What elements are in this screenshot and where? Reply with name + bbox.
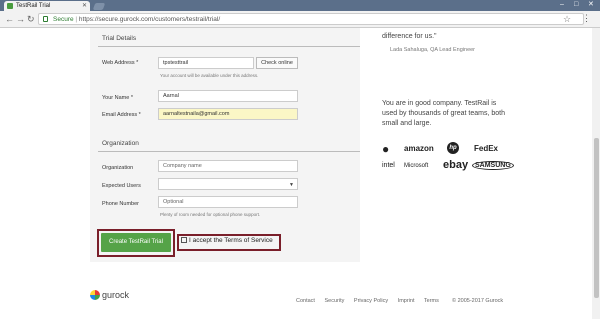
close-tab-icon[interactable]: ✕ [82, 1, 87, 11]
hp-logo: hp [447, 142, 459, 154]
organization-input[interactable]: Company name [158, 160, 298, 172]
close-window-icon[interactable]: ✕ [588, 0, 594, 10]
organization-label: Organization [102, 165, 134, 171]
browser-menu-icon[interactable]: ⋮ [582, 13, 591, 24]
apple-logo-icon: ● [382, 142, 390, 156]
ebay-logo: ebay [443, 159, 469, 171]
phone-input[interactable]: Optional [158, 196, 298, 208]
reload-icon[interactable]: ↻ [27, 13, 35, 25]
new-tab-button[interactable] [92, 3, 106, 10]
minimize-icon[interactable]: – [560, 0, 564, 10]
footer-link-contact[interactable]: Contact [296, 298, 315, 304]
browser-tab[interactable]: TestRail Trial ✕ [4, 1, 90, 11]
copyright: © 2005-2017 Gurock [452, 298, 504, 304]
intel-logo: intel [382, 162, 395, 169]
footer-links: Contact Security Privacy Policy Imprint … [296, 298, 447, 304]
tos-checkbox[interactable]: I accept the Terms of Service [181, 237, 273, 244]
page: Trial Details Web Address * tpstesttrail… [0, 28, 600, 319]
footer-link-security[interactable]: Security [325, 298, 345, 304]
email-label: Email Address * [102, 112, 141, 118]
name-label: Your Name * [102, 95, 133, 101]
footer-link-terms[interactable]: Terms [424, 298, 439, 304]
samsung-logo: SAMSUNG [472, 161, 514, 170]
web-address-input[interactable]: tpstesttrail [158, 57, 254, 69]
lock-icon [43, 16, 48, 22]
create-trial-button[interactable]: Create TestRail Trial [101, 233, 171, 252]
gurock-mark-icon [90, 290, 100, 300]
url-input[interactable]: Secure | https://secure.gurock.com/custo… [38, 13, 584, 25]
expected-users-select[interactable]: ▼ [158, 178, 298, 190]
web-address-label: Web Address * [102, 60, 139, 66]
name-input[interactable]: Aarnal [158, 90, 298, 102]
tos-label: I accept the Terms of Service [189, 237, 273, 244]
phone-label: Phone Number [102, 201, 139, 207]
maximize-icon[interactable]: □ [574, 0, 578, 10]
favicon-icon [7, 3, 13, 9]
gurock-logo[interactable]: gurock [90, 290, 129, 300]
gurock-brand: gurock [102, 290, 130, 300]
scrollbar-thumb[interactable] [594, 138, 599, 298]
address-bar-area: ← → ↻ Secure | https://secure.gurock.com… [0, 11, 600, 28]
footer-link-privacy[interactable]: Privacy Policy [354, 298, 388, 304]
chevron-down-icon: ▼ [289, 182, 294, 188]
testimonial-quote: difference for us." [382, 33, 437, 40]
browser-tab-bar: TestRail Trial ✕ – □ ✕ [0, 0, 600, 11]
back-icon[interactable]: ← [5, 13, 14, 25]
email-input[interactable]: aarnaltestnaila@gmail.com [158, 108, 298, 120]
trial-details-title: Trial Details [102, 35, 137, 42]
divider [98, 151, 360, 152]
forward-icon[interactable]: → [16, 13, 25, 25]
microsoft-logo: Microsoft [404, 163, 429, 169]
divider [98, 46, 360, 47]
fedex-logo: FedEx [474, 144, 499, 153]
company-text: You are in good company. TestRail is use… [382, 100, 505, 127]
testimonial-author: Lada Sahaluga, QA Lead Engineer [390, 47, 476, 53]
check-online-button[interactable]: Check online [256, 57, 298, 69]
checkbox-icon[interactable] [181, 237, 187, 243]
footer-link-imprint[interactable]: Imprint [398, 298, 415, 304]
tab-title: TestRail Trial [16, 3, 51, 9]
url-text: https://secure.gurock.com/customers/test… [78, 16, 221, 23]
bookmark-star-icon[interactable]: ☆ [563, 14, 571, 25]
organization-title: Organization [102, 140, 139, 147]
phone-help: Plenty of room needed for optional phone… [160, 212, 261, 217]
secure-label: Secure [53, 16, 74, 23]
expected-users-label: Expected Users [102, 183, 141, 189]
web-address-help: Your account will be available under thi… [160, 73, 259, 78]
amazon-logo: amazon [404, 144, 434, 153]
